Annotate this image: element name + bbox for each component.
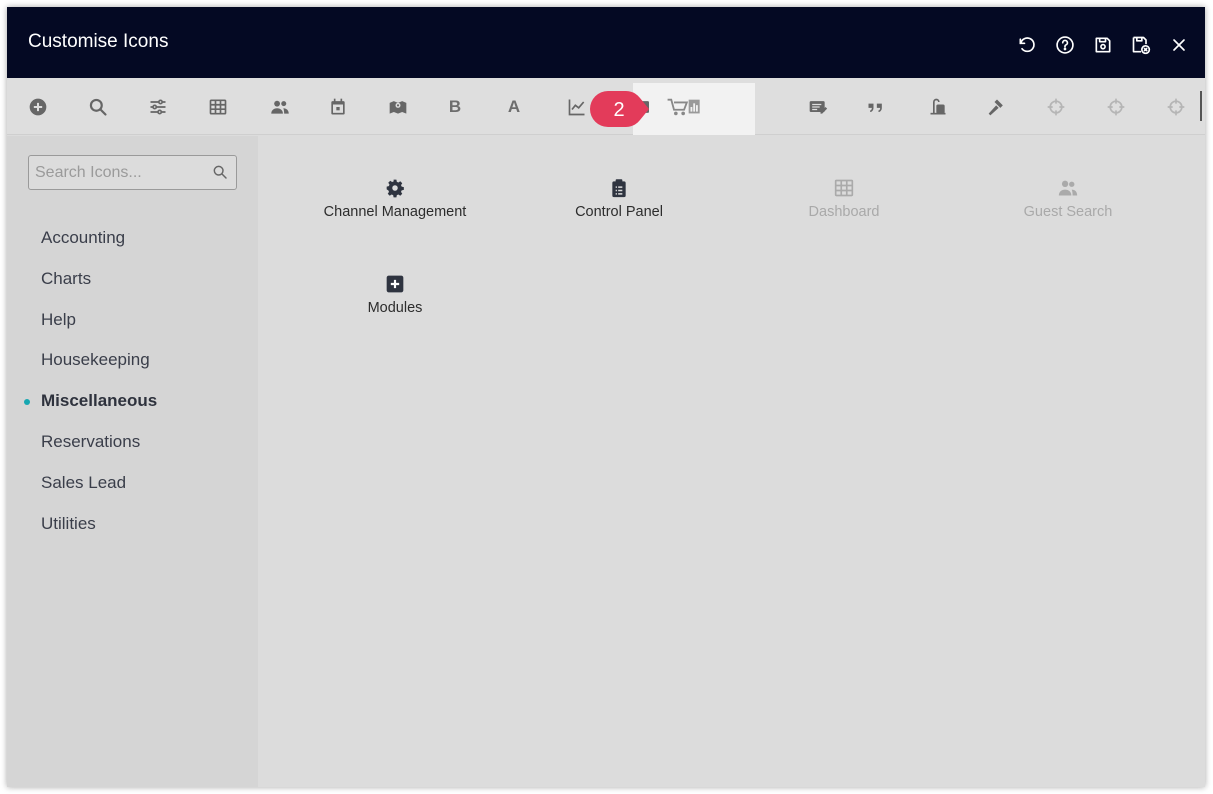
calendar-icon[interactable] <box>325 94 351 120</box>
users-icon <box>1058 178 1078 198</box>
category-label: Reservations <box>41 431 141 451</box>
category-housekeeping[interactable]: Housekeeping <box>7 340 258 381</box>
search-icon[interactable] <box>85 94 111 120</box>
crosshair-icon[interactable] <box>1103 94 1129 120</box>
search-icon[interactable] <box>212 164 228 180</box>
title-actions <box>1015 33 1191 57</box>
category-list: Accounting Charts Help Housekeeping Misc… <box>7 218 258 544</box>
toolbar-scroll-divider <box>1200 91 1202 121</box>
category-sales-lead[interactable]: Sales Lead <box>7 463 258 504</box>
icon-label: Modules <box>367 300 423 316</box>
icon-control-panel[interactable]: Control Panel <box>504 178 734 238</box>
crosshair-icon[interactable] <box>1043 94 1069 120</box>
category-charts[interactable]: Charts <box>7 259 258 300</box>
icon-modules[interactable]: Modules <box>280 274 510 334</box>
icon-grid: Channel Management Control Panel Dashboa… <box>258 136 1205 787</box>
icon-guest-search[interactable]: Guest Search <box>953 178 1183 238</box>
category-utilities[interactable]: Utilities <box>7 504 258 545</box>
category-label: Charts <box>41 268 92 288</box>
quote-icon[interactable] <box>863 94 889 120</box>
category-label: Sales Lead <box>41 472 127 492</box>
category-reservations[interactable]: Reservations <box>7 422 258 463</box>
add-circle-icon[interactable] <box>25 94 51 120</box>
category-label: Housekeeping <box>41 350 150 370</box>
category-label: Miscellaneous <box>41 391 158 411</box>
save-close-icon[interactable] <box>1129 33 1153 57</box>
sign-icon[interactable] <box>925 94 951 120</box>
category-accounting[interactable]: Accounting <box>7 218 258 259</box>
crosshair-icon[interactable] <box>1163 94 1189 120</box>
title-bar: Customise Icons <box>7 7 1205 78</box>
gear-icon <box>385 178 405 198</box>
category-label: Help <box>41 309 76 329</box>
grid-icon <box>834 178 854 198</box>
save-icon[interactable] <box>1091 33 1115 57</box>
map-icon[interactable] <box>385 94 411 120</box>
icon-dashboard[interactable]: Dashboard <box>729 178 959 238</box>
search-box <box>28 155 237 190</box>
hammer-icon[interactable] <box>984 94 1010 120</box>
close-icon[interactable] <box>1167 33 1191 57</box>
note-edit-icon[interactable] <box>805 94 831 120</box>
line-chart-icon[interactable] <box>564 94 590 120</box>
icon-label: Control Panel <box>575 204 663 220</box>
active-indicator-dot <box>24 399 30 406</box>
undo-icon[interactable] <box>1015 33 1039 57</box>
category-label: Accounting <box>41 228 126 247</box>
help-icon[interactable] <box>1053 33 1077 57</box>
category-miscellaneous[interactable]: Miscellaneous <box>7 381 258 422</box>
category-help[interactable]: Help <box>7 300 258 341</box>
plus-square-icon <box>385 274 405 294</box>
dialog-title: Customise Icons <box>28 31 169 52</box>
search-input[interactable] <box>29 156 209 189</box>
icon-label: Channel Management <box>323 204 467 220</box>
category-label: Utilities <box>41 513 96 533</box>
text-color-tool[interactable]: A <box>501 94 527 120</box>
sliders-icon[interactable] <box>145 94 171 120</box>
step-badge-number: 2 <box>613 99 624 121</box>
icon-channel-management[interactable]: Channel Management <box>280 178 510 238</box>
icon-label: Dashboard <box>808 204 880 220</box>
step-badge: 2 <box>590 91 649 127</box>
icon-label: Guest Search <box>1023 204 1113 220</box>
bold-text-tool[interactable]: B <box>442 94 468 120</box>
users-icon[interactable] <box>267 94 293 120</box>
clipboard-icon <box>609 178 629 198</box>
grid-icon[interactable] <box>205 94 231 120</box>
cart-chart-icon[interactable] <box>665 94 705 120</box>
category-sidebar: Accounting Charts Help Housekeeping Misc… <box>7 136 258 787</box>
